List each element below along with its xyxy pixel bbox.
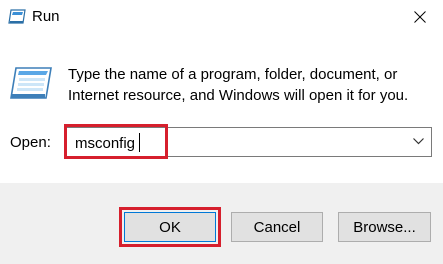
- chevron-down-icon: [413, 138, 424, 145]
- title-bar: Run: [0, 0, 443, 34]
- open-input[interactable]: msconfig: [75, 133, 141, 153]
- ok-button[interactable]: OK: [124, 212, 216, 242]
- browse-button[interactable]: Browse...: [338, 212, 431, 242]
- close-icon: [414, 11, 426, 23]
- close-button[interactable]: [399, 0, 443, 34]
- text-caret: [139, 133, 141, 152]
- run-program-icon: [10, 66, 52, 100]
- open-input-value: msconfig: [75, 135, 136, 152]
- run-app-icon: [8, 9, 26, 24]
- window-title: Run: [32, 8, 60, 25]
- dropdown-button[interactable]: [407, 128, 431, 156]
- open-combobox[interactable]: msconfig: [66, 127, 432, 157]
- description-text: Type the name of a program, folder, docu…: [68, 66, 409, 104]
- cancel-button[interactable]: Cancel: [231, 212, 323, 242]
- open-label: Open:: [10, 134, 51, 151]
